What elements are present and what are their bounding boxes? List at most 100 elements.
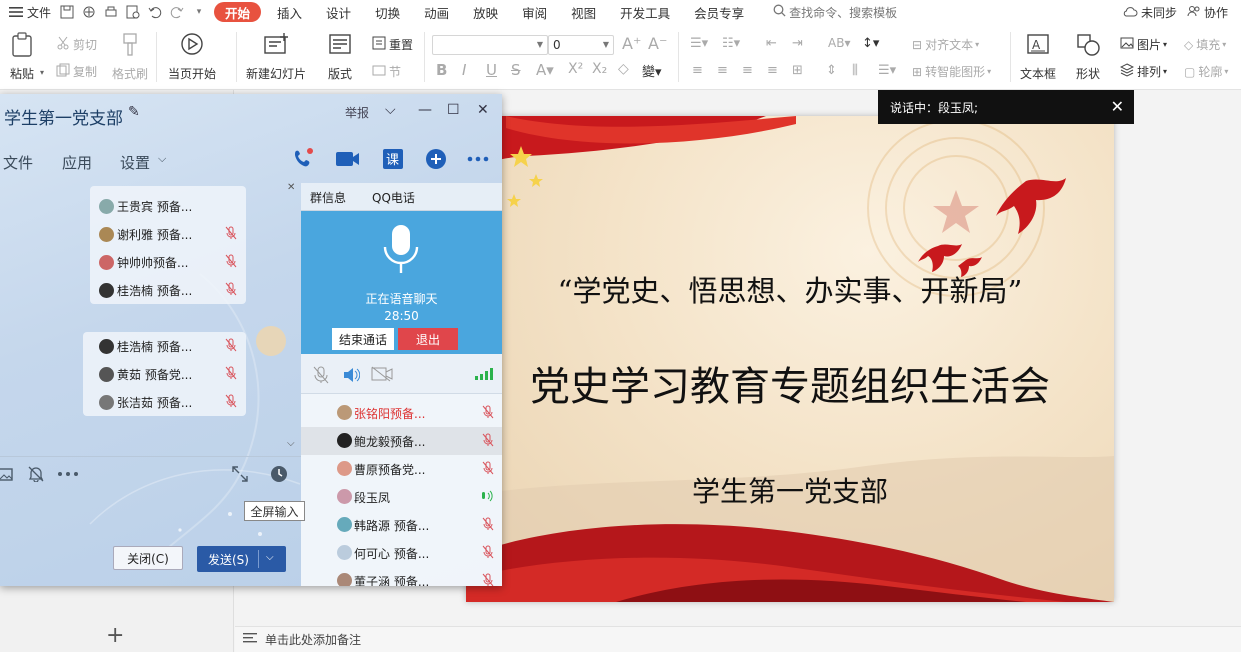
- list-item[interactable]: 曹原预备党...: [301, 455, 502, 483]
- line-spacing-options-icon[interactable]: ☰▾: [878, 63, 896, 78]
- phonetic-icon[interactable]: 變▾: [642, 61, 662, 80]
- minimize-icon[interactable]: —: [418, 102, 432, 118]
- list-item[interactable]: 段玉凤: [301, 483, 502, 511]
- video-call-icon[interactable]: [335, 147, 359, 171]
- chevron-down-icon[interactable]: ⌵: [158, 152, 166, 166]
- speaker-icon[interactable]: [342, 366, 361, 387]
- chat-menu-settings[interactable]: 设置: [120, 152, 150, 173]
- italic-icon[interactable]: I: [462, 61, 466, 79]
- picture-button[interactable]: 图片 ▾: [1120, 36, 1167, 53]
- edit-icon[interactable]: ✎: [128, 104, 140, 120]
- tab-slideshow[interactable]: 放映: [461, 0, 510, 24]
- add-slide-icon[interactable]: +: [106, 625, 124, 647]
- close-button[interactable]: 关闭(C): [113, 546, 183, 570]
- tab-review[interactable]: 审阅: [510, 0, 559, 24]
- play-from-current-button[interactable]: 当页开始: [168, 32, 216, 82]
- list-item[interactable]: 王贵宾 预备...: [99, 192, 245, 220]
- smart-art-button[interactable]: ⊞ 转智能图形 ▾: [912, 63, 991, 80]
- list-item[interactable]: 韩路源 预备...: [301, 511, 502, 539]
- layout-button[interactable]: 版式: [328, 32, 352, 82]
- tab-design[interactable]: 设计: [314, 0, 363, 24]
- history-icon[interactable]: [270, 465, 288, 486]
- list-item[interactable]: 钟帅帅预备...: [99, 248, 245, 276]
- distribute-icon[interactable]: ⊞: [792, 63, 803, 78]
- slide-canvas[interactable]: “学党史、悟思想、办实事、开新局” 党史学习教育专题组织生活会 学生第一党支部: [466, 116, 1114, 602]
- justify-icon[interactable]: ≡: [767, 63, 778, 78]
- file-menu[interactable]: 文件: [0, 0, 56, 24]
- chevron-down-icon[interactable]: ⌵: [385, 102, 396, 118]
- section-button[interactable]: 节: [372, 63, 401, 80]
- camera-off-icon[interactable]: [371, 366, 393, 385]
- format-painter-button[interactable]: 格式刷: [112, 32, 148, 82]
- maximize-icon[interactable]: ☐: [447, 102, 460, 118]
- tab-transitions[interactable]: 切换: [363, 0, 412, 24]
- list-item[interactable]: 何可心 预备...: [301, 539, 502, 567]
- chat-menu-file[interactable]: 文件: [3, 152, 33, 173]
- bullets-icon[interactable]: ☰▾: [690, 36, 708, 51]
- shapes-button[interactable]: 形状: [1076, 32, 1100, 82]
- strikethrough-icon[interactable]: S: [511, 61, 521, 79]
- classroom-icon[interactable]: 课: [381, 147, 405, 171]
- scroll-down-icon[interactable]: ⌵: [287, 438, 295, 449]
- align-right-icon[interactable]: ≡: [742, 63, 753, 78]
- columns-icon[interactable]: ⫼: [852, 63, 858, 78]
- chevron-down-icon[interactable]: ▾: [40, 68, 44, 77]
- bold-icon[interactable]: B: [436, 61, 447, 79]
- new-slide-button[interactable]: 新建幻灯片: [246, 32, 306, 82]
- voice-call-icon[interactable]: [291, 147, 315, 171]
- align-center-icon[interactable]: ≡: [717, 63, 728, 78]
- list-item[interactable]: 黄茹 预备党...: [99, 360, 245, 388]
- collapse-icon[interactable]: ✕: [287, 182, 295, 193]
- sync-status[interactable]: 未同步: [1117, 0, 1182, 24]
- align-left-icon[interactable]: ≡: [692, 63, 703, 78]
- image-icon[interactable]: [0, 467, 14, 484]
- tab-animations[interactable]: 动画: [412, 0, 461, 24]
- fullscreen-icon[interactable]: [231, 465, 249, 486]
- tab-insert[interactable]: 插入: [265, 0, 314, 24]
- close-icon[interactable]: ✕: [1111, 97, 1124, 116]
- tab-developer[interactable]: 开发工具: [608, 0, 682, 24]
- list-item[interactable]: 董子涵 预备...: [301, 567, 502, 586]
- mute-mic-icon[interactable]: [313, 366, 329, 387]
- report-link[interactable]: 举报: [345, 104, 369, 121]
- exit-button[interactable]: 退出: [398, 328, 458, 350]
- list-item[interactable]: 谢利雅 预备...: [99, 220, 245, 248]
- shrink-font-icon[interactable]: A⁻: [648, 34, 667, 53]
- save-icon[interactable]: [59, 4, 75, 20]
- subscript-icon[interactable]: X₂: [592, 61, 607, 77]
- grow-font-icon[interactable]: A⁺: [622, 34, 641, 53]
- copy-button[interactable]: 复制: [56, 63, 97, 80]
- collab-button[interactable]: 协作: [1182, 0, 1233, 24]
- paste-button[interactable]: 粘贴: [10, 32, 34, 82]
- font-size-select[interactable]: 0 ▼: [548, 35, 614, 55]
- chevron-down-icon[interactable]: ⌵: [266, 552, 274, 563]
- fill-button[interactable]: ◇ 填充 ▾: [1184, 36, 1226, 53]
- close-window-icon[interactable]: ✕: [477, 102, 489, 118]
- tab-group-info[interactable]: 群信息: [310, 189, 346, 206]
- reset-button[interactable]: 重置: [372, 36, 413, 53]
- text-direction-icon[interactable]: AB▾: [828, 36, 850, 50]
- increase-indent-icon[interactable]: ⇥: [792, 36, 803, 51]
- send-button[interactable]: 发送(S) ⌵: [197, 546, 286, 572]
- numbering-icon[interactable]: ☷▾: [722, 36, 740, 51]
- font-family-select[interactable]: ▼: [432, 35, 548, 55]
- add-app-icon[interactable]: [424, 147, 448, 171]
- tab-qq-call[interactable]: QQ电话: [372, 189, 415, 206]
- more-icon[interactable]: [466, 147, 490, 171]
- list-item[interactable]: 鲍龙毅预备...: [301, 427, 502, 455]
- undo-icon[interactable]: [147, 4, 163, 20]
- chat-menu-apps[interactable]: 应用: [62, 152, 92, 173]
- notes-bar[interactable]: 单击此处添加备注: [235, 626, 1241, 652]
- end-call-button[interactable]: 结束通话: [332, 328, 394, 350]
- font-color-icon[interactable]: A▾: [536, 61, 554, 79]
- cut-button[interactable]: 剪切: [56, 36, 97, 53]
- line-spacing-icon[interactable]: ↕▾: [862, 36, 879, 51]
- more-tools-icon[interactable]: [57, 467, 79, 481]
- decrease-indent-icon[interactable]: ⇤: [766, 36, 777, 51]
- share-icon[interactable]: [81, 4, 97, 20]
- tab-members[interactable]: 会员专享: [682, 0, 756, 24]
- paragraph-spacing-icon[interactable]: ⇕: [826, 63, 837, 78]
- redo-icon[interactable]: [169, 4, 185, 20]
- mute-notification-icon[interactable]: [28, 466, 44, 485]
- eraser-icon[interactable]: ◇: [618, 61, 629, 77]
